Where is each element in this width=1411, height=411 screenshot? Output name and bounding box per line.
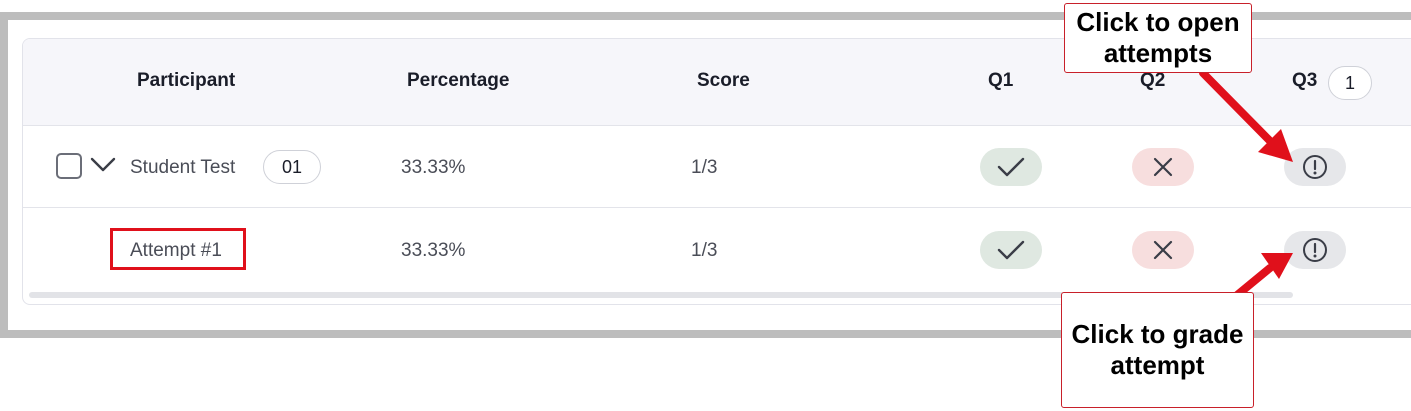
exclamation-circle-icon — [1303, 155, 1327, 179]
header-q1[interactable]: Q1 — [988, 70, 1013, 92]
header-q2[interactable]: Q2 — [1140, 70, 1165, 92]
q2-status-incorrect[interactable] — [1132, 231, 1194, 269]
row-select-checkbox[interactable] — [56, 153, 82, 179]
check-icon — [997, 157, 1025, 177]
header-participant[interactable]: Participant — [137, 70, 235, 92]
participant-score: 1/3 — [691, 157, 718, 178]
q1-status-correct[interactable] — [980, 231, 1042, 269]
x-icon — [1153, 157, 1173, 177]
header-score[interactable]: Score — [697, 70, 750, 92]
attempt-highlight-box — [110, 228, 246, 270]
q3-pending-badge: 1 — [1328, 66, 1372, 100]
q1-status-correct[interactable] — [980, 148, 1042, 186]
q3-status-needs-grading[interactable] — [1284, 148, 1346, 186]
callout-grade-attempt: Click to grade attempt — [1061, 292, 1254, 408]
callout-open-attempts: Click to open attempts — [1064, 3, 1252, 73]
exclamation-circle-icon — [1303, 238, 1327, 262]
attempt-score: 1/3 — [691, 240, 718, 261]
attempt-count-badge[interactable]: 01 — [263, 150, 321, 184]
q3-status-needs-grading[interactable] — [1284, 231, 1346, 269]
header-percentage[interactable]: Percentage — [407, 70, 509, 92]
x-icon — [1153, 240, 1173, 260]
row-divider — [23, 207, 1411, 208]
participant-name[interactable]: Student Test — [130, 157, 235, 179]
chevron-down-icon[interactable] — [90, 156, 116, 174]
attempt-percentage: 33.33% — [401, 240, 466, 261]
participant-percentage: 33.33% — [401, 157, 466, 178]
check-icon — [997, 240, 1025, 260]
q2-status-incorrect[interactable] — [1132, 148, 1194, 186]
header-q3[interactable]: Q3 — [1292, 70, 1317, 92]
